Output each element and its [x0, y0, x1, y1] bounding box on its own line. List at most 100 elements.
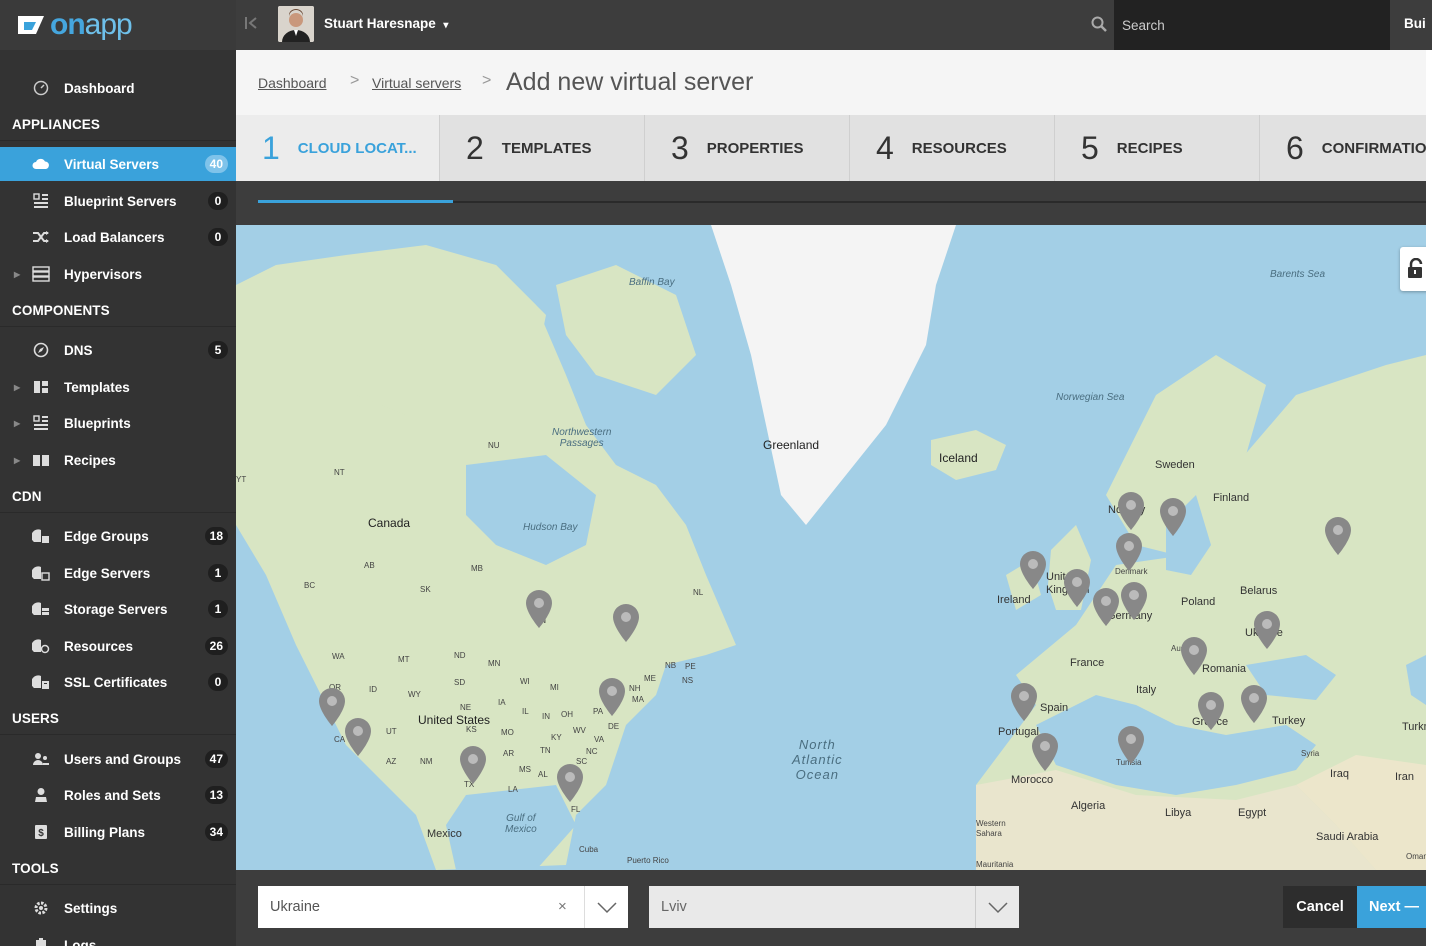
- sidebar-item-dashboard[interactable]: Dashboard: [0, 71, 236, 105]
- user-menu[interactable]: Stuart Haresnape ▾: [324, 16, 448, 31]
- sidebar-item-dns[interactable]: DNS 5: [0, 333, 236, 367]
- location-pin[interactable]: [1010, 682, 1038, 722]
- sidebar-item-hypervisors[interactable]: ▶ Hypervisors: [0, 257, 236, 291]
- city-select[interactable]: Lviv: [649, 886, 1019, 928]
- step-resources[interactable]: 4 RESOURCES: [850, 115, 1055, 181]
- user-name: Stuart Haresnape: [324, 16, 436, 31]
- step-recipes[interactable]: 5 RECIPES: [1055, 115, 1260, 181]
- sidebar-item-logs[interactable]: Logs: [0, 928, 236, 946]
- location-map[interactable]: Baffin Bay Barents Sea Northwestern Pass…: [236, 225, 1426, 870]
- sidebar-item-storage-servers[interactable]: Storage Servers 1: [0, 592, 236, 626]
- map-label-mn: MN: [488, 659, 501, 668]
- divider: [0, 326, 236, 327]
- location-pin[interactable]: [1120, 581, 1148, 621]
- map-label-puerto-rico: Puerto Rico: [627, 856, 669, 865]
- app-window: onapp Dashboard APPLIANCES Virtual Serve…: [0, 0, 1432, 946]
- map-label-france: France: [1070, 657, 1105, 669]
- location-pin[interactable]: [612, 603, 640, 643]
- avatar[interactable]: [278, 6, 314, 42]
- sidebar-item-templates[interactable]: ▶ Templates: [0, 370, 236, 404]
- step-templates[interactable]: 2 TEMPLATES: [440, 115, 645, 181]
- chevron-down-icon: ▾: [443, 20, 449, 31]
- onapp-logo[interactable]: onapp: [0, 0, 236, 50]
- location-pin[interactable]: [1117, 491, 1145, 531]
- location-pin[interactable]: [1092, 587, 1120, 627]
- location-pin[interactable]: [556, 763, 584, 803]
- count-badge: 1: [208, 600, 228, 618]
- map-label-ar: AR: [503, 749, 515, 758]
- location-pin[interactable]: [1031, 732, 1059, 772]
- step-number: 2: [466, 129, 484, 166]
- country-select[interactable]: Ukraine ×: [258, 886, 628, 928]
- template-icon: [32, 378, 50, 396]
- expand-caret-icon[interactable]: ▶: [14, 270, 20, 279]
- cancel-button[interactable]: Cancel: [1283, 886, 1357, 928]
- step-number: 3: [671, 129, 689, 166]
- sidebar-item-edge-groups[interactable]: Edge Groups 18: [0, 519, 236, 553]
- sidebar-item-ssl-certificates[interactable]: SSL Certificates 0: [0, 665, 236, 699]
- map-label-oman: Oman: [1406, 852, 1426, 861]
- map-label-ne: NE: [460, 703, 472, 712]
- location-pin[interactable]: [1159, 497, 1187, 537]
- sidebar-item-edge-servers[interactable]: Edge Servers 1: [0, 556, 236, 590]
- location-pin[interactable]: [1063, 568, 1091, 608]
- location-pin[interactable]: [1180, 636, 1208, 676]
- sidebar-item-recipes[interactable]: ▶ Recipes: [0, 443, 236, 477]
- map-label-ireland: Ireland: [997, 594, 1031, 606]
- sidebar-item-load-balancers[interactable]: Load Balancers 0: [0, 220, 236, 254]
- step-properties[interactable]: 3 PROPERTIES: [645, 115, 850, 181]
- map-label-north-atlantic: North Atlantic Ocean: [792, 737, 843, 782]
- map-lock-button[interactable]: [1400, 247, 1426, 291]
- location-pin[interactable]: [1240, 684, 1268, 724]
- sidebar-item-label: Blueprint Servers: [64, 193, 177, 209]
- chevron-down-icon[interactable]: [975, 886, 1019, 928]
- location-pin[interactable]: [1253, 610, 1281, 650]
- sidebar-item-resources[interactable]: Resources 26: [0, 629, 236, 663]
- sidebar-item-virtual-servers[interactable]: Virtual Servers 40: [0, 147, 236, 181]
- location-pin[interactable]: [1115, 532, 1143, 572]
- expand-caret-icon[interactable]: ▶: [14, 383, 20, 392]
- search-input[interactable]: [1122, 15, 1372, 35]
- map-label-ut: UT: [386, 727, 397, 736]
- action-bar: Ukraine × Lviv Cancel Next —: [236, 870, 1426, 946]
- location-pin[interactable]: [1019, 550, 1047, 590]
- step-label: TEMPLATES: [501, 139, 592, 157]
- sidebar-item-roles-and-sets[interactable]: Roles and Sets 13: [0, 778, 236, 812]
- location-pin[interactable]: [344, 717, 372, 757]
- location-pin[interactable]: [459, 745, 487, 785]
- count-badge: 47: [204, 750, 228, 768]
- location-pin[interactable]: [318, 687, 346, 727]
- sidebar-item-settings[interactable]: Settings: [0, 891, 236, 925]
- breadcrumb-dashboard[interactable]: Dashboard: [258, 75, 327, 91]
- location-pin[interactable]: [598, 677, 626, 717]
- location-pin[interactable]: [525, 589, 553, 629]
- step-confirmation[interactable]: 6 CONFIRMATIO: [1260, 115, 1426, 181]
- clear-icon[interactable]: ×: [558, 898, 567, 915]
- location-pin[interactable]: [1197, 691, 1225, 731]
- expand-caret-icon[interactable]: ▶: [14, 419, 20, 428]
- map-label-cuba: Cuba: [579, 845, 599, 854]
- next-button[interactable]: Next —: [1357, 886, 1426, 928]
- book-icon: [32, 451, 50, 469]
- search-icon[interactable]: [1090, 15, 1108, 33]
- map-label-iran: Iran: [1395, 771, 1414, 783]
- sidebar-item-label: Edge Groups: [64, 528, 149, 544]
- sidebar-item-blueprint-servers[interactable]: Blueprint Servers 0: [0, 184, 236, 218]
- collapse-sidebar-icon[interactable]: [244, 16, 260, 32]
- gear-icon: [32, 899, 50, 917]
- expand-caret-icon[interactable]: ▶: [14, 456, 20, 465]
- compass-icon: [32, 341, 50, 359]
- map-label-sweden: Sweden: [1155, 459, 1195, 471]
- map-label-il: IL: [522, 707, 529, 716]
- sidebar-item-blueprints[interactable]: ▶ Blueprints: [0, 406, 236, 440]
- sidebar-item-billing-plans[interactable]: $ Billing Plans 34: [0, 815, 236, 849]
- sidebar-item-users-and-groups[interactable]: Users and Groups 47: [0, 742, 236, 776]
- location-pin[interactable]: [1324, 516, 1352, 556]
- progress-area: [236, 181, 1426, 225]
- chevron-down-icon[interactable]: [584, 886, 628, 928]
- breadcrumb-separator: >: [482, 72, 492, 89]
- location-pin[interactable]: [1117, 725, 1145, 765]
- breadcrumb-virtual-servers[interactable]: Virtual servers: [372, 75, 461, 91]
- build-button[interactable]: Bui: [1390, 0, 1432, 50]
- step-cloud-location[interactable]: 1 CLOUD LOCAT...: [236, 115, 440, 181]
